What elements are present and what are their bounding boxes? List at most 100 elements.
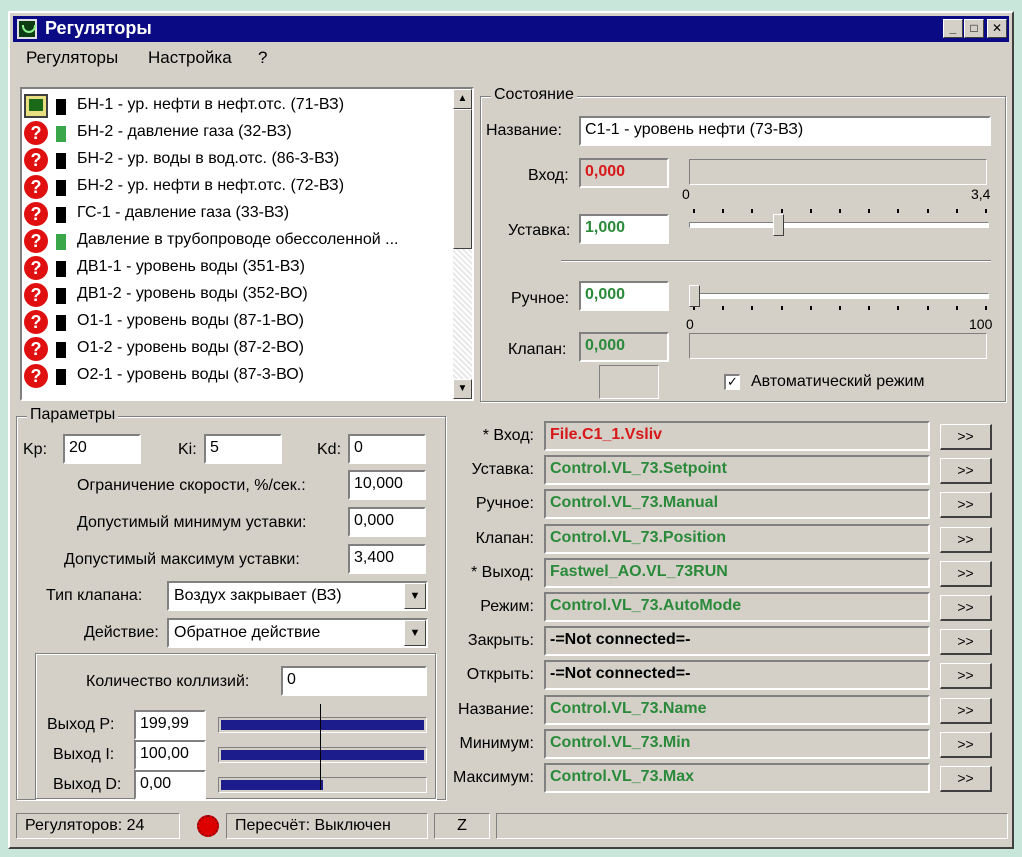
- binding-label: Максимум:: [453, 769, 534, 786]
- scroll-down-button[interactable]: ▼: [453, 379, 472, 399]
- slider-tick: [780, 209, 783, 213]
- manual-field[interactable]: 0,000: [579, 281, 669, 311]
- output-value: 0,00: [134, 770, 206, 800]
- valve-type-label: Тип клапана:: [46, 587, 143, 604]
- binding-browse-button[interactable]: >>: [940, 629, 992, 656]
- state-group: Состояние Название: С1-1 - уровень нефти…: [480, 86, 1006, 402]
- slider-tick: [926, 209, 929, 213]
- manual-slider[interactable]: [689, 278, 989, 312]
- name-field[interactable]: С1-1 - уровень нефти (73-ВЗ): [579, 116, 991, 146]
- ki-field[interactable]: 5: [204, 434, 282, 464]
- binding-browse-button[interactable]: >>: [940, 663, 992, 690]
- input-label: Вход:: [528, 167, 569, 184]
- scroll-up-button[interactable]: ▲: [453, 89, 472, 109]
- binding-field: -=Not connected=-: [544, 660, 930, 691]
- slider-tick: [809, 209, 812, 213]
- slider-tick: [751, 209, 754, 213]
- slider-tick: [955, 209, 958, 213]
- list-item-label: Давление в трубопроводе обессоленной ...: [77, 231, 399, 248]
- binding-field: Control.VL_73.Position: [544, 523, 930, 554]
- kp-label: Kp:: [23, 441, 48, 458]
- max-setpoint-field[interactable]: 3,400: [348, 544, 426, 574]
- minimize-button[interactable]: _: [943, 19, 963, 38]
- state-indicator: [56, 207, 66, 223]
- name-label: Название:: [486, 122, 562, 139]
- list-item[interactable]: БН-1 - ур. нефти в нефт.отс. (71-ВЗ): [24, 92, 449, 119]
- slider-track: [689, 222, 989, 228]
- question-icon: ?: [24, 148, 48, 172]
- menu-regulators[interactable]: Регуляторы: [26, 48, 118, 68]
- binding-label: Название:: [458, 700, 534, 718]
- params-group-title: Параметры: [27, 406, 119, 424]
- valve-type-value: Воздух закрывает (ВЗ): [174, 587, 342, 604]
- kd-field[interactable]: 0: [348, 434, 426, 464]
- binding-field: File.C1_1.Vsliv: [544, 421, 930, 451]
- question-icon: ?: [24, 310, 48, 334]
- input-scale-min: 0: [682, 186, 690, 202]
- chevron-down-icon[interactable]: ▼: [404, 620, 426, 646]
- list-item[interactable]: ? БН-2 - ур. воды в вод.отс. (86-3-ВЗ): [24, 146, 449, 173]
- outputs-panel: Количество коллизий: 0 Выход P: 199,99 Вых…: [35, 653, 436, 800]
- auto-mode-label: Автоматический режим: [751, 373, 925, 390]
- binding-field: Control.VL_73.Name: [544, 694, 930, 725]
- state-indicator: [56, 180, 66, 196]
- list-item[interactable]: ? ДВ1-2 - уровень воды (352-ВО): [24, 281, 449, 308]
- state-group-title: Состояние: [491, 86, 577, 104]
- menu-help[interactable]: ?: [258, 48, 267, 68]
- slider-tick: [897, 209, 900, 213]
- binding-field: Control.VL_73.Manual: [544, 489, 930, 520]
- binding-field: Control.VL_73.Setpoint: [544, 455, 930, 486]
- state-indicator: [56, 99, 66, 115]
- action-select[interactable]: Обратное действие ▼: [167, 618, 428, 648]
- binding-label: * Вход:: [482, 427, 534, 444]
- list-item-label: ДВ1-2 - уровень воды (352-ВО): [77, 285, 308, 302]
- slider-tick: [722, 306, 725, 310]
- binding-browse-button[interactable]: >>: [940, 424, 992, 450]
- regulators-list[interactable]: БН-1 - ур. нефти в нефт.отс. (71-ВЗ)? БН-…: [20, 87, 474, 401]
- speed-limit-field[interactable]: 10,000: [348, 470, 426, 500]
- binding-browse-button[interactable]: >>: [940, 526, 992, 553]
- list-item[interactable]: ? ГС-1 - давление газа (33-ВЗ): [24, 200, 449, 227]
- binding-browse-button[interactable]: >>: [940, 731, 992, 758]
- valve-type-select[interactable]: Воздух закрывает (ВЗ) ▼: [167, 581, 428, 611]
- binding-browse-button[interactable]: >>: [940, 560, 992, 587]
- kp-field[interactable]: 20: [63, 434, 141, 464]
- menu-settings[interactable]: Настройка: [148, 48, 232, 68]
- binding-browse-button[interactable]: >>: [940, 766, 992, 792]
- menu-bar: Регуляторы Настройка ?: [14, 44, 1008, 68]
- title-bar[interactable]: Регуляторы _ □ ✕: [13, 16, 1009, 42]
- action-label: Действие:: [84, 624, 159, 641]
- slider-tick: [955, 306, 958, 310]
- chevron-down-icon[interactable]: ▼: [404, 583, 426, 609]
- list-item[interactable]: ? БН-2 - ур. нефти в нефт.отс. (72-ВЗ): [24, 173, 449, 200]
- binding-label: Закрыть:: [467, 632, 534, 650]
- output-zero-line: [320, 704, 321, 790]
- auto-mode-checkbox[interactable]: ✓: [724, 374, 740, 390]
- slider-thumb[interactable]: [772, 214, 784, 236]
- slider-tick: [897, 306, 900, 310]
- close-button[interactable]: ✕: [987, 19, 1007, 38]
- binding-browse-button[interactable]: >>: [940, 697, 992, 724]
- maximize-button[interactable]: □: [964, 19, 984, 38]
- list-item-label: БН-2 - ур. нефти в нефт.отс. (72-ВЗ): [77, 177, 345, 194]
- slider-thumb[interactable]: [689, 285, 700, 307]
- list-item[interactable]: ? О1-1 - уровень воды (87-1-ВО): [24, 308, 449, 335]
- binding-browse-button[interactable]: >>: [940, 492, 992, 519]
- binding-browse-button[interactable]: >>: [940, 595, 992, 621]
- list-item[interactable]: ? ДВ1-1 - уровень воды (351-ВЗ): [24, 254, 449, 281]
- setpoint-slider[interactable]: [689, 207, 989, 241]
- list-item[interactable]: ? О1-2 - уровень воды (87-2-ВО): [24, 335, 449, 362]
- list-item[interactable]: ? Давление в трубопроводе обессоленной ..…: [24, 227, 449, 254]
- list-item[interactable]: ? БН-2 - давление газа (32-ВЗ): [24, 119, 449, 146]
- collisions-label: Количество коллизий:: [86, 673, 250, 690]
- regulators-count: Регуляторов: 24: [16, 813, 180, 839]
- list-item[interactable]: ? О2-1 - уровень воды (87-3-ВО): [24, 362, 449, 389]
- slider-tick: [868, 306, 871, 310]
- min-setpoint-field[interactable]: 0,000: [348, 507, 426, 537]
- setpoint-field[interactable]: 1,000: [579, 214, 669, 244]
- binding-label: Клапан:: [475, 529, 534, 547]
- binding-browse-button[interactable]: >>: [940, 458, 992, 485]
- list-item-label: БН-2 - давление газа (32-ВЗ): [77, 123, 292, 140]
- list-scrollbar[interactable]: ▲ ▼: [453, 89, 472, 399]
- scroll-thumb[interactable]: [453, 109, 472, 249]
